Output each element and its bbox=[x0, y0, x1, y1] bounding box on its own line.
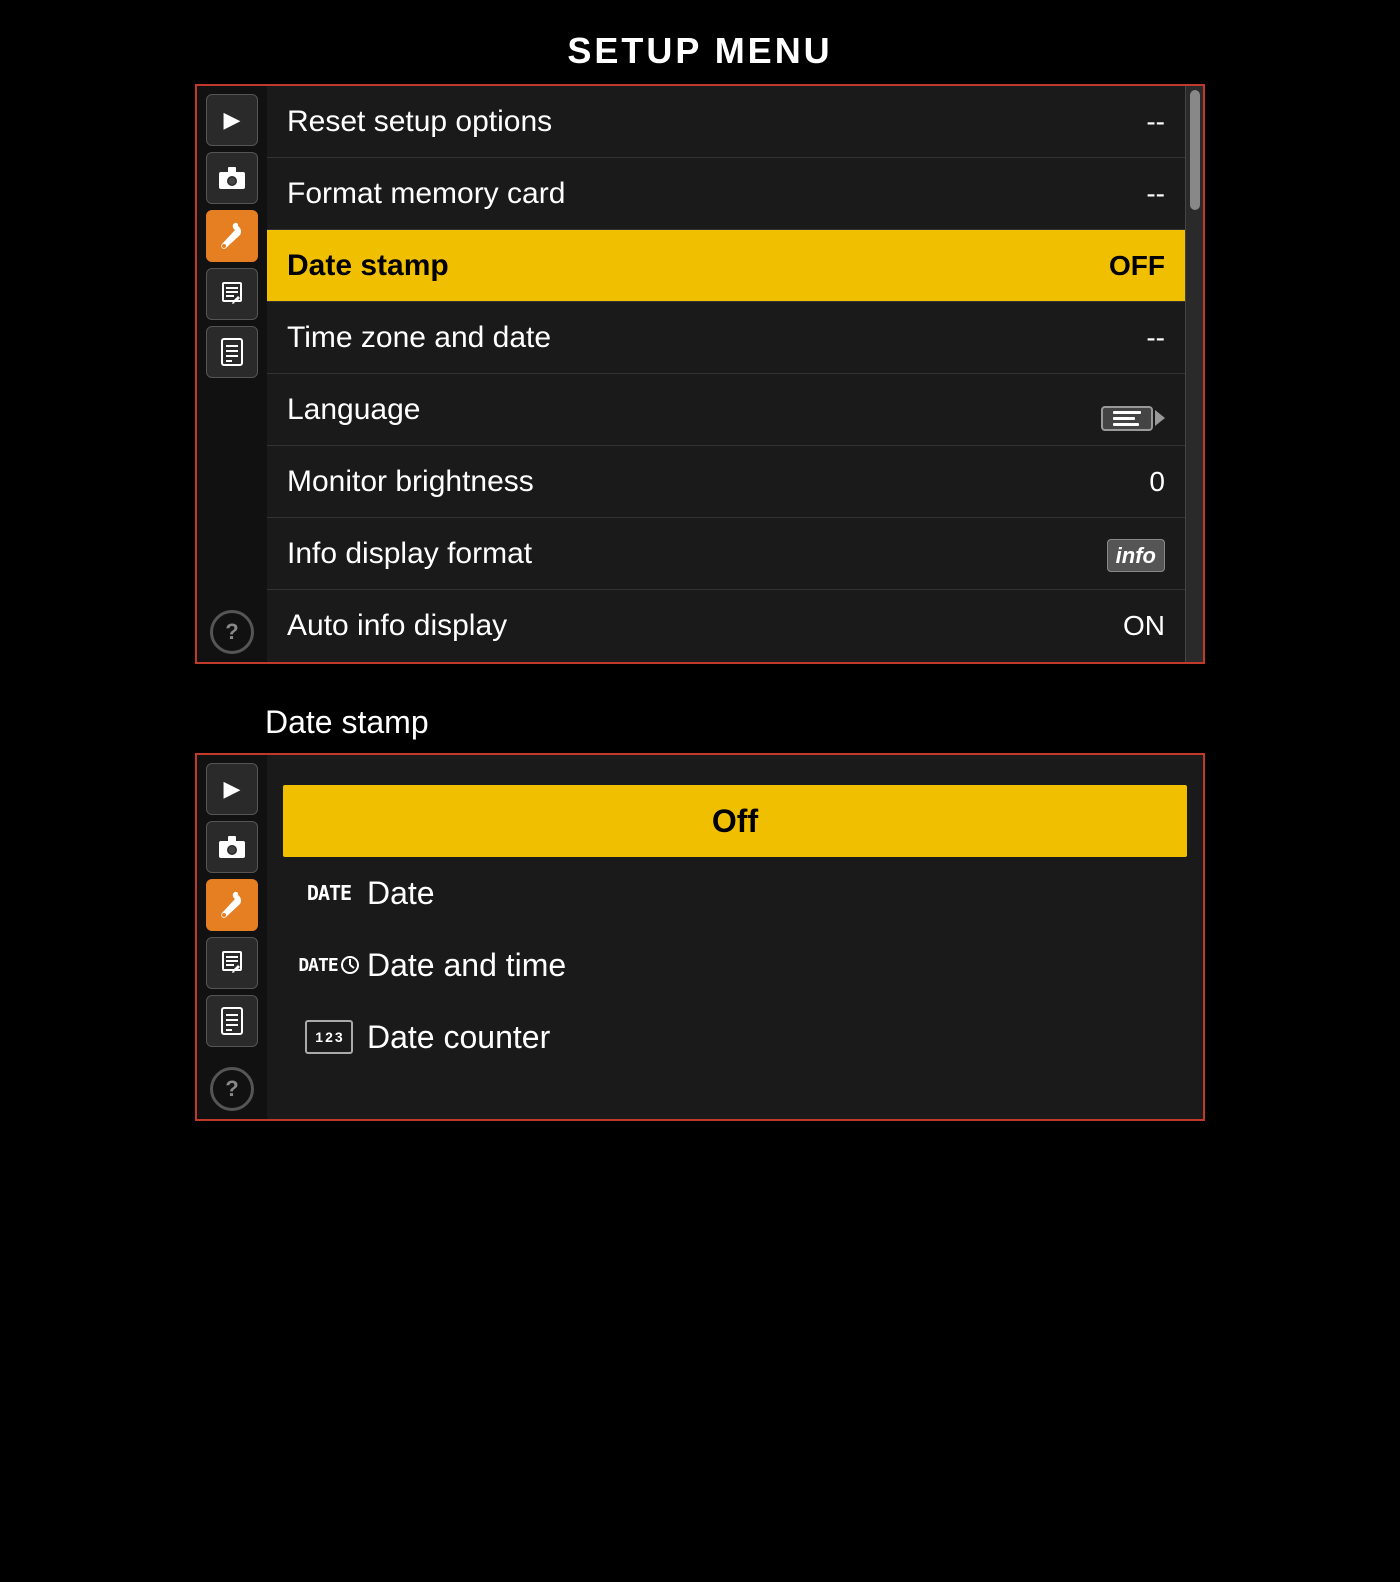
date-icon: DATE bbox=[299, 881, 359, 905]
sub-menu-container: ▶ bbox=[195, 753, 1205, 1121]
top-panel: SETUP MENU ▶ bbox=[195, 30, 1205, 664]
menu-row-timezone[interactable]: Time zone and date -- bbox=[267, 302, 1185, 374]
bottom-sidebar-icon-camera[interactable] bbox=[206, 821, 258, 873]
sidebar-icon-wrench[interactable] bbox=[206, 210, 258, 262]
sidebar-icon-camera[interactable] bbox=[206, 152, 258, 204]
date-clock-icon: DATE bbox=[299, 955, 359, 976]
bottom-sidebar-icon-pencil[interactable] bbox=[206, 937, 258, 989]
sidebar-icon-play[interactable]: ▶ bbox=[206, 94, 258, 146]
bottom-sidebar: ▶ bbox=[197, 755, 267, 1119]
scrollbar-thumb bbox=[1190, 90, 1200, 210]
bottom-panel: Date stamp ▶ bbox=[195, 704, 1205, 1121]
bottom-sidebar-icon-question[interactable]: ? bbox=[210, 1067, 254, 1111]
sub-menu-row-date[interactable]: DATE Date bbox=[283, 857, 1187, 929]
sub-menu-row-off[interactable]: Off bbox=[283, 785, 1187, 857]
sub-menu-list: Off DATE Date DATE bbox=[267, 755, 1203, 1119]
menu-row-language[interactable]: Language bbox=[267, 374, 1185, 446]
sidebar-icon-document[interactable] bbox=[206, 326, 258, 378]
bottom-sidebar-icon-document[interactable] bbox=[206, 995, 258, 1047]
date-counter-icon: 1 2 3 bbox=[299, 1020, 359, 1054]
info-badge: info bbox=[1107, 539, 1165, 572]
bottom-sidebar-icon-play[interactable]: ▶ bbox=[206, 763, 258, 815]
sidebar-icon-pencil[interactable] bbox=[206, 268, 258, 320]
scrollbar[interactable] bbox=[1185, 86, 1203, 662]
sub-panel-title: Date stamp bbox=[195, 704, 429, 741]
top-sidebar: ▶ bbox=[197, 86, 267, 662]
sub-menu-row-datetime[interactable]: DATE Date and time bbox=[283, 929, 1187, 1001]
menu-row-reset[interactable]: Reset setup options -- bbox=[267, 86, 1185, 158]
menu-row-datestamp[interactable]: Date stamp OFF bbox=[267, 230, 1185, 302]
sub-menu-row-counter[interactable]: 1 2 3 Date counter bbox=[283, 1001, 1187, 1073]
menu-row-brightness[interactable]: Monitor brightness 0 bbox=[267, 446, 1185, 518]
top-menu-container: ▶ bbox=[195, 84, 1205, 664]
bottom-sidebar-icon-wrench[interactable] bbox=[206, 879, 258, 931]
sidebar-icon-question[interactable]: ? bbox=[210, 610, 254, 654]
top-menu-list: Reset setup options -- Format memory car… bbox=[267, 86, 1185, 662]
menu-row-format[interactable]: Format memory card -- bbox=[267, 158, 1185, 230]
top-panel-title: SETUP MENU bbox=[567, 30, 832, 72]
menu-row-auto-info[interactable]: Auto info display ON bbox=[267, 590, 1185, 662]
menu-row-info-format[interactable]: Info display format info bbox=[267, 518, 1185, 590]
